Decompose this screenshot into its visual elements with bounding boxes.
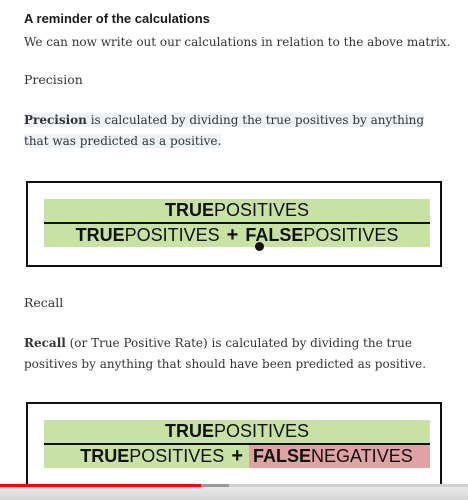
numerator-rest: POSITIVES: [213, 200, 310, 220]
video-controls-overlay: [0, 487, 468, 500]
recall-subheading: Recall: [24, 295, 64, 310]
denominator-a-rest: POSITIVES: [129, 446, 225, 466]
precision-denominator: TRUE POSITIVES + FALSE POSITIVES: [44, 224, 430, 247]
denominator-b-bold: FALSE: [253, 446, 312, 466]
numerator-rest: POSITIVES: [213, 421, 310, 441]
precision-numerator: TRUE POSITIVES: [44, 199, 430, 222]
denominator-a-bold: TRUE: [80, 446, 130, 466]
recall-formula: TRUE POSITIVES TRUE POSITIVES + FALSE NE…: [26, 402, 442, 488]
denominator-b-bold: FALSE: [245, 225, 304, 245]
recall-numerator: TRUE POSITIVES: [44, 420, 430, 443]
denominator-a-bold: TRUE: [75, 225, 125, 245]
plus-sign: +: [231, 445, 243, 467]
recall-denominator: TRUE POSITIVES + FALSE NEGATIVES: [44, 445, 430, 468]
mouse-cursor-icon: [255, 242, 264, 251]
precision-paragraph: Precision is calculated by dividing the …: [24, 110, 444, 152]
section-heading: A reminder of the calculations: [24, 11, 210, 26]
precision-subheading: Precision: [24, 72, 83, 87]
precision-formula: TRUE POSITIVES TRUE POSITIVES + FALSE PO…: [26, 181, 442, 267]
denominator-b-rest: NEGATIVES: [311, 446, 413, 466]
recall-body: (or True Positive Rate) is calculated by…: [24, 336, 427, 371]
denominator-a-rest: POSITIVES: [124, 225, 220, 245]
intro-paragraph: We can now write out our calculations in…: [24, 35, 451, 49]
numerator-bold: TRUE: [164, 200, 214, 220]
recall-paragraph: Recall (or True Positive Rate) is calcul…: [24, 333, 444, 375]
denominator-true-positives: TRUE POSITIVES +: [44, 445, 249, 468]
denominator-false-negatives: FALSE NEGATIVES: [249, 445, 430, 468]
plus-sign: +: [226, 224, 239, 246]
numerator-bold: TRUE: [164, 421, 214, 441]
recall-lead: Recall: [24, 336, 66, 350]
precision-lead: Precision: [24, 113, 87, 127]
denominator-b-rest: POSITIVES: [303, 225, 399, 245]
precision-text: Precision is calculated by dividing the …: [24, 113, 425, 148]
